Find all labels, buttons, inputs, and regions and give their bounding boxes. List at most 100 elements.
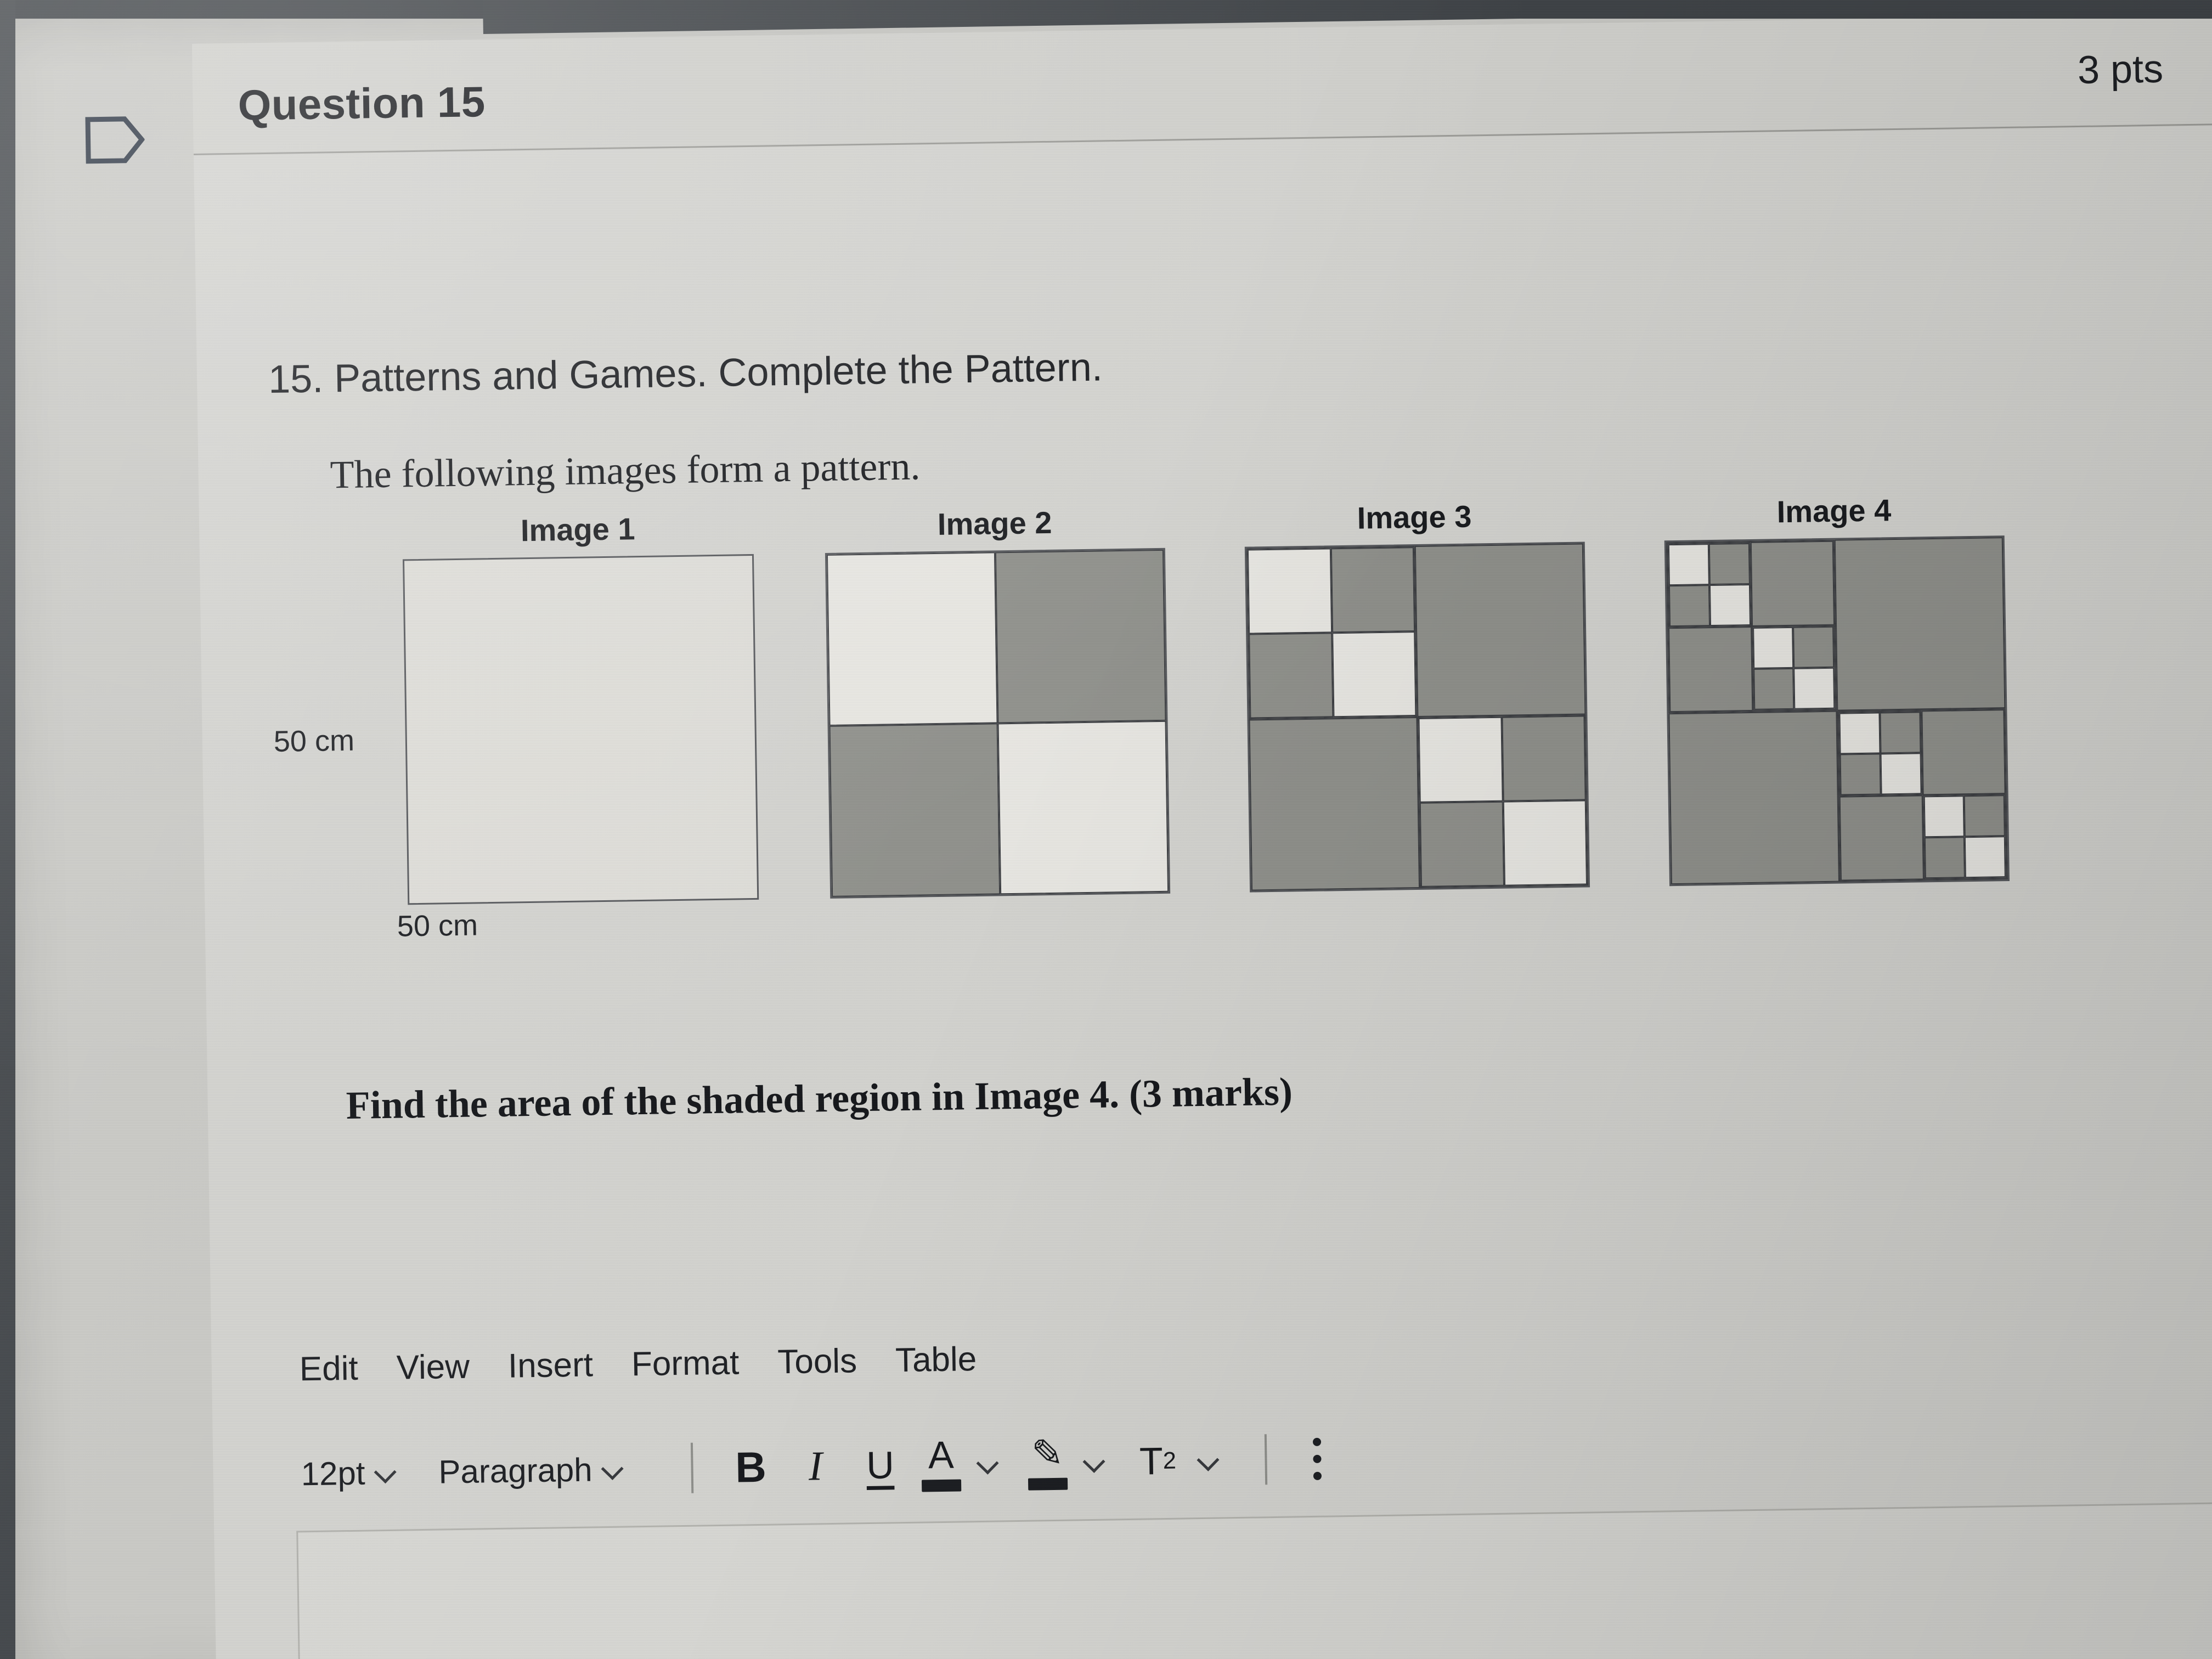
figure-cell (1668, 710, 1839, 885)
menu-item-view[interactable]: View (396, 1347, 470, 1387)
question-task: Find the area of the shaded region in Im… (346, 1069, 1293, 1128)
figure-label-4: Image 4 (1776, 493, 1892, 529)
menu-item-format[interactable]: Format (631, 1343, 739, 1384)
highlight-button[interactable]: ✎ (1019, 1431, 1077, 1494)
figure-quadrant (1246, 546, 1418, 720)
menu-item-insert[interactable]: Insert (507, 1345, 593, 1385)
figure-cell (1752, 627, 1794, 669)
block-format-select[interactable]: Paragraph (438, 1450, 622, 1491)
points-badge: 3 pts (2077, 47, 2164, 93)
figure-cell (1330, 547, 1415, 633)
figure-cell (1503, 800, 1588, 886)
italic-button[interactable]: I (783, 1438, 848, 1494)
figure-cell (1331, 631, 1417, 718)
figure-cell (1668, 585, 1710, 627)
flag-tag-icon[interactable] (85, 116, 145, 164)
editor-menubar: Edit View Insert Format Tools Table (299, 1340, 977, 1389)
superscript-control[interactable]: T2 (1125, 1433, 1218, 1489)
superscript-button[interactable]: T2 (1125, 1433, 1190, 1489)
figure-cell (995, 549, 1166, 724)
rich-text-editor: Edit View Insert Format Tools Table 12pt… (211, 1321, 2212, 1659)
figure-cell (829, 723, 1001, 897)
kebab-menu-icon[interactable] (1292, 1429, 1344, 1488)
figure-square-3 (1244, 541, 1590, 893)
menu-item-tools[interactable]: Tools (777, 1341, 857, 1381)
menu-item-table[interactable]: Table (895, 1340, 977, 1380)
figure-cell (1880, 712, 1921, 754)
question-card: Question 15 3 pts 15. Patterns and Games… (85, 14, 2212, 1659)
figure-image-4: Image 4 (1664, 490, 2010, 912)
chevron-down-icon[interactable] (1199, 1451, 1218, 1470)
figure-cell (1753, 668, 1795, 710)
figure-cell (1965, 836, 2006, 878)
question-intro: The following images form a pattern. (330, 444, 921, 497)
figure-cell (1924, 837, 1966, 879)
figure-cell (1247, 548, 1332, 634)
figure-image-2: Image 2 (825, 503, 1171, 925)
figure-cell (1923, 795, 1965, 838)
kebab-dot (1313, 1471, 1322, 1480)
figure-cell (1249, 717, 1420, 891)
color-swatch-bar (921, 1479, 962, 1492)
figure-cell (1839, 753, 1881, 795)
figure-quadrant (1838, 710, 1923, 797)
toolbar-divider (690, 1442, 694, 1493)
answer-textarea[interactable] (296, 1502, 2212, 1659)
device-bezel-left (0, 0, 15, 1659)
block-format-value: Paragraph (438, 1451, 593, 1491)
figure-cell (1834, 537, 2006, 711)
figure-quadrant (1666, 539, 1837, 714)
figure-quadrant (1417, 714, 1589, 888)
figure-square-1 (402, 554, 759, 905)
figure-cell (1708, 543, 1750, 585)
photo-background: Question 15 3 pts 15. Patterns and Games… (0, 0, 2212, 1659)
kebab-dot (1313, 1454, 1322, 1463)
kebab-dot (1313, 1437, 1322, 1446)
figure-square-2 (825, 548, 1171, 899)
superscript-exponent: 2 (1163, 1447, 1177, 1474)
figure-cell (1668, 544, 1709, 586)
figure-cell (1249, 633, 1333, 719)
figure-cell (1418, 716, 1503, 803)
figure-cell (1750, 540, 1835, 627)
letter-a-icon: A (928, 1433, 955, 1477)
text-color-button[interactable]: A (912, 1433, 970, 1496)
underline-button[interactable]: U (848, 1437, 913, 1493)
superscript-base: T (1139, 1440, 1164, 1483)
figure-cell (1839, 712, 1881, 754)
figure-cell (1668, 626, 1753, 713)
figure-cell (1793, 667, 1835, 709)
figure-cell (1501, 715, 1586, 802)
editor-toolbar: 12pt Paragraph B I U A ✎ T 2 (301, 1427, 1343, 1504)
menu-item-edit[interactable]: Edit (299, 1349, 358, 1389)
question-prompt: 15. Patterns and Games. Complete the Pat… (268, 345, 1103, 402)
pattern-figure-group: 50 cm 50 cm Image 1 Image 2 Image 3 Imag… (199, 487, 2212, 1011)
highlight-color-control[interactable]: ✎ (1019, 1431, 1104, 1494)
figure-image-3: Image 3 (1244, 496, 1590, 918)
highlighter-pen-icon: ✎ (1031, 1431, 1064, 1475)
figure-quadrant (1922, 794, 2007, 880)
page-title: Question 15 (238, 77, 486, 129)
figure-cell (997, 720, 1169, 895)
chevron-down-icon (603, 1460, 622, 1479)
figure-cell (1839, 795, 1924, 881)
figure-label-2: Image 2 (937, 505, 1052, 541)
chevron-down-icon (376, 1463, 395, 1482)
figure-cell (1419, 801, 1504, 887)
dimension-label-left: 50 cm (273, 724, 355, 758)
figure-square-4 (1664, 535, 2010, 887)
chevron-down-icon[interactable] (978, 1454, 997, 1474)
figure-cell (1709, 584, 1751, 627)
text-color-control[interactable]: A (912, 1433, 998, 1496)
figure-quadrant (1667, 541, 1752, 628)
bold-button[interactable]: B (718, 1439, 783, 1495)
figure-cell (1793, 626, 1835, 668)
toolbar-divider (1264, 1434, 1268, 1485)
figure-cell (1921, 709, 2006, 795)
figure-cell (826, 552, 998, 726)
figure-label-3: Image 3 (1357, 499, 1472, 535)
figure-cell (1414, 543, 1586, 718)
font-size-select[interactable]: 12pt (301, 1453, 395, 1493)
figure-quadrant (1837, 708, 2008, 882)
chevron-down-icon[interactable] (1085, 1453, 1104, 1472)
